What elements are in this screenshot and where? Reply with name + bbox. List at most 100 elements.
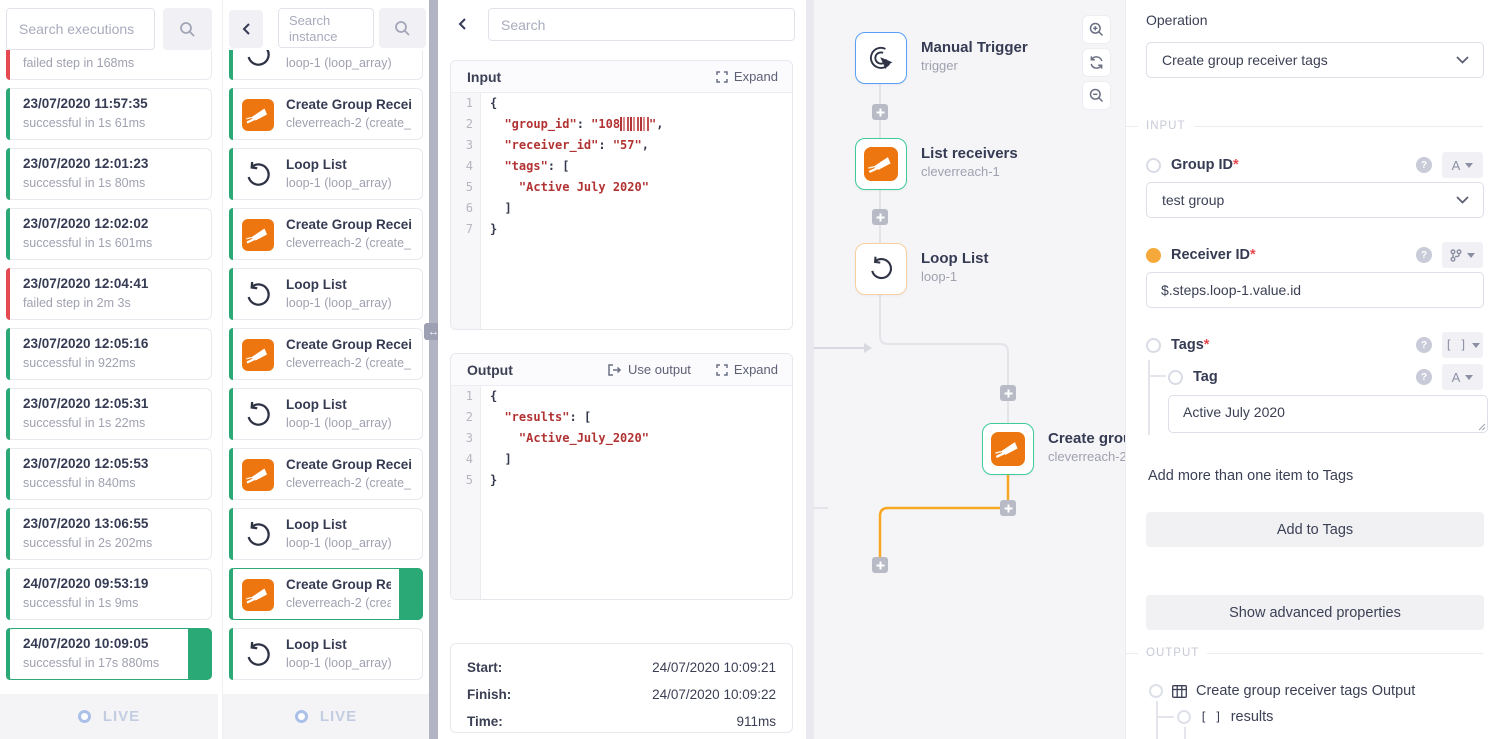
execution-item[interactable]: failed step in 168ms	[6, 50, 212, 80]
output-tree-root: Create group receiver tags Output	[1149, 683, 1415, 699]
array-icon: [ ]	[1200, 710, 1222, 724]
execution-status: successful in 17s 880ms	[23, 656, 159, 670]
steps-back-button[interactable]	[229, 10, 263, 48]
step-item[interactable]: Loop List loop-1 (loop_array)	[229, 268, 423, 320]
add-step-button[interactable]	[1000, 385, 1016, 401]
add-to-tags-button[interactable]: Add to Tags	[1146, 512, 1484, 547]
execution-status: successful in 1s 61ms	[23, 116, 145, 130]
help-icon[interactable]	[1416, 247, 1432, 263]
tag-value-textarea[interactable]: Active July 2020	[1168, 395, 1488, 433]
type-badge-string[interactable]: A	[1442, 152, 1483, 178]
node-loop-list[interactable]	[855, 243, 907, 295]
field-status-dot[interactable]	[1168, 370, 1183, 385]
refresh-button[interactable]	[1082, 48, 1111, 77]
step-icon-wrap	[242, 219, 274, 251]
executions-list: failed step in 168ms 23/07/2020 11:57:35…	[0, 50, 218, 694]
steps-live-toggle[interactable]: LIVE	[223, 694, 429, 739]
step-item[interactable]: Create Group Receiver ... cleverreach-2 …	[229, 448, 423, 500]
execution-item[interactable]: 23/07/2020 12:05:31 successful in 1s 22m…	[6, 388, 212, 440]
step-title: Create Group Receiver ...	[286, 97, 411, 114]
steps-search-button[interactable]	[379, 8, 426, 48]
executions-search-button[interactable]	[163, 8, 212, 50]
step-item[interactable]: Loop List loop-1 (loop_array)	[229, 148, 423, 200]
use-output-button[interactable]: Use output	[608, 362, 691, 377]
workflow-canvas[interactable]: Manual Trigger trigger List receivers cl…	[814, 0, 1125, 739]
zoom-in-button[interactable]	[1082, 15, 1111, 44]
type-badge-string[interactable]: A	[1442, 364, 1483, 390]
time-label: Finish:	[467, 687, 511, 702]
execution-item[interactable]: 23/07/2020 11:57:35 successful in 1s 61m…	[6, 88, 212, 140]
step-subtitle: cleverreach-2 (create_grou...	[286, 116, 411, 130]
cleverreach-icon	[242, 579, 274, 611]
help-icon[interactable]	[1416, 369, 1432, 385]
zoom-in-icon	[1089, 22, 1104, 37]
receiver-id-input[interactable]	[1146, 272, 1484, 308]
status-bar	[6, 388, 10, 440]
step-title: Loop List	[286, 397, 347, 414]
step-icon-wrap	[242, 399, 274, 431]
execution-item[interactable]: 23/07/2020 12:04:41 failed step in 2m 3s	[6, 268, 212, 320]
add-step-button[interactable]	[872, 209, 888, 225]
status-bar	[6, 328, 10, 380]
step-item[interactable]: Create Group Recei... cleverreach-2 (cre…	[229, 568, 423, 620]
time-row: Finish: 24/07/2020 10:09:22	[467, 681, 776, 708]
input-code: 1{2 "group_id": "108████",3 "receiver_id…	[451, 93, 792, 330]
help-icon[interactable]	[1416, 337, 1432, 353]
output-expand-button[interactable]: Expand	[716, 362, 778, 377]
step-item[interactable]: Loop List loop-1 (loop_array)	[229, 628, 423, 680]
step-subtitle: cleverreach-2 (create_g...	[286, 596, 391, 610]
add-step-button[interactable]	[872, 104, 888, 120]
resize-handle-icon[interactable]	[1478, 423, 1486, 431]
tree-node-toggle[interactable]	[1149, 684, 1163, 698]
execution-item[interactable]: 24/07/2020 10:09:05 successful in 17s 88…	[6, 628, 212, 680]
step-item[interactable]: Loop List loop-1 (loop_array)	[229, 388, 423, 440]
field-status-dot-filled[interactable]	[1146, 248, 1161, 263]
execution-timestamp: 23/07/2020 12:04:41	[23, 276, 148, 295]
show-advanced-button[interactable]: Show advanced properties	[1146, 595, 1484, 630]
use-output-icon	[608, 364, 622, 376]
type-badge-reference[interactable]	[1442, 242, 1483, 268]
node-list-receivers[interactable]	[855, 138, 907, 190]
type-badge-array[interactable]: [ ]	[1442, 332, 1483, 358]
step-item[interactable]: Create Group Receiver ... cleverreach-2 …	[229, 88, 423, 140]
add-step-button[interactable]	[872, 557, 888, 573]
step-item[interactable]: Create Group Receiver ... cleverreach-2 …	[229, 328, 423, 380]
node-manual-trigger[interactable]	[855, 32, 907, 84]
execution-timestamp: 23/07/2020 12:05:16	[23, 336, 148, 355]
executions-search-input[interactable]	[6, 8, 155, 50]
execution-item[interactable]: 24/07/2020 09:53:19 successful in 1s 9ms	[6, 568, 212, 620]
detail-search-input[interactable]	[488, 8, 795, 41]
add-step-button[interactable]	[1000, 500, 1016, 516]
operation-select[interactable]: Create group receiver tags	[1146, 42, 1484, 78]
code-line: 3 "Active_July_2020"	[451, 428, 792, 449]
execution-timestamp: 23/07/2020 12:05:53	[23, 456, 148, 475]
detail-back-button[interactable]	[458, 17, 467, 35]
help-icon[interactable]	[1416, 157, 1432, 173]
zoom-out-button[interactable]	[1082, 81, 1111, 110]
step-item[interactable]: Create Group Receiver ... cleverreach-2 …	[229, 208, 423, 260]
field-label: Group ID*	[1171, 157, 1239, 173]
step-item[interactable]: loop-1 (loop_array)	[229, 50, 423, 80]
loop-icon	[242, 159, 274, 191]
execution-item[interactable]: 23/07/2020 12:05:53 successful in 840ms	[6, 448, 212, 500]
execution-item[interactable]: 23/07/2020 12:02:02 successful in 1s 601…	[6, 208, 212, 260]
time-row: Time: 911ms	[467, 708, 776, 735]
status-bar	[6, 568, 10, 620]
input-expand-button[interactable]: Expand	[716, 69, 778, 84]
panel-resize-divider[interactable]: ↔	[429, 0, 438, 739]
group-id-value: test group	[1162, 192, 1224, 208]
search-icon	[394, 20, 411, 37]
execution-item[interactable]: 23/07/2020 12:05:16 successful in 922ms	[6, 328, 212, 380]
steps-search-input[interactable]: Search instance	[278, 8, 374, 48]
field-status-dot[interactable]	[1146, 338, 1161, 353]
tree-node-toggle[interactable]	[1177, 710, 1191, 724]
step-item[interactable]: Loop List loop-1 (loop_array)	[229, 508, 423, 560]
operation-value: Create group receiver tags	[1162, 52, 1328, 68]
group-id-select[interactable]: test group	[1146, 182, 1484, 218]
execution-item[interactable]: 23/07/2020 13:06:55 successful in 2s 202…	[6, 508, 212, 560]
executions-live-toggle[interactable]: LIVE	[0, 694, 218, 739]
execution-timestamp: 23/07/2020 12:01:23	[23, 156, 148, 175]
execution-item[interactable]: 23/07/2020 12:01:23 successful in 1s 80m…	[6, 148, 212, 200]
node-create-group[interactable]	[982, 423, 1034, 475]
field-status-dot[interactable]	[1146, 158, 1161, 173]
